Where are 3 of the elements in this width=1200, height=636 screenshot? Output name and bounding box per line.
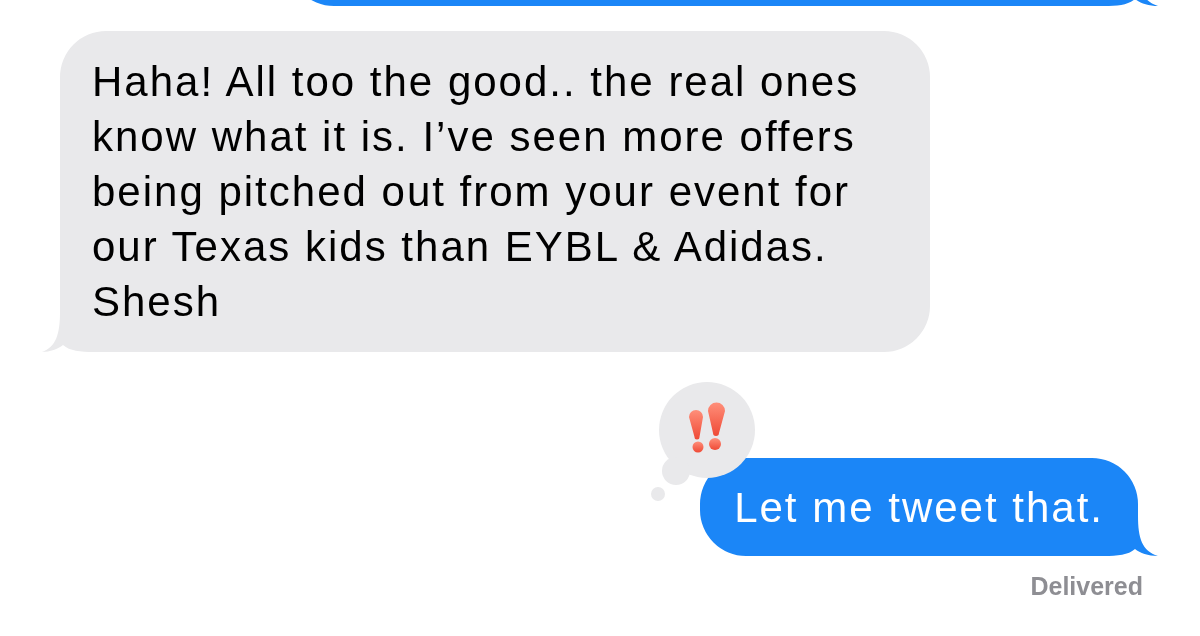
message-bubble: Haha! All too the good.. the real ones know what it is. I’ve seen more offers being pitched out from your event for our Texas kids than EYBL & Adidas. Shesh bbox=[42, 31, 930, 352]
message-bubble: Let me tweet that. bbox=[700, 458, 1158, 556]
delivery-status: Delivered bbox=[1030, 571, 1143, 601]
